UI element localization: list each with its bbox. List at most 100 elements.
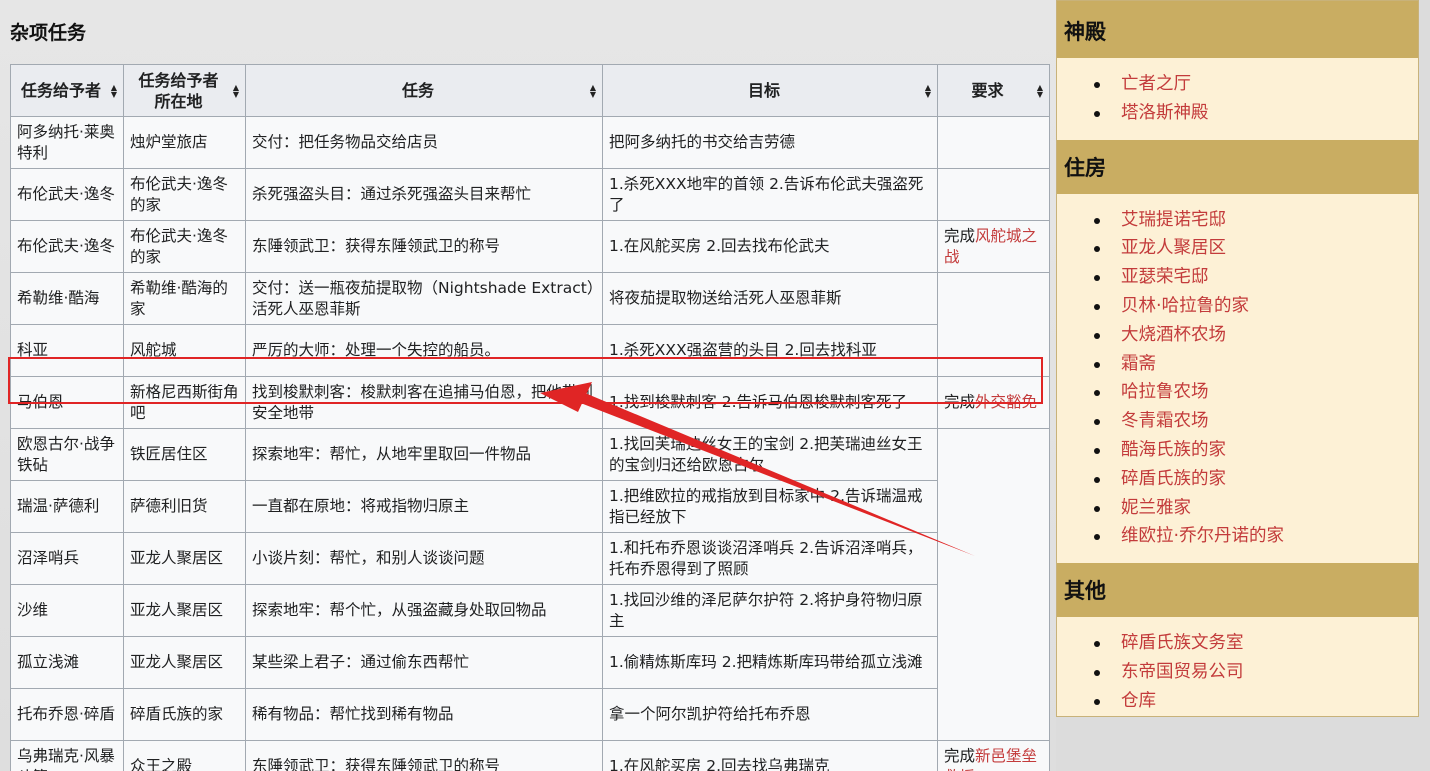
sidebar-link[interactable]: 亚瑟荣宅邸 <box>1057 263 1418 292</box>
goal-cell: 1.找到梭默刺客 2.告诉马伯恩梭默刺客死了 <box>602 376 938 429</box>
quest-cell: 交付：送一瓶夜茄提取物（Nightshade Extract）活死人巫恩菲斯 <box>245 272 603 325</box>
table-row: 马伯恩 新格尼西斯街角吧 找到梭默刺客：梭默刺客在追捕马伯恩，把他带到安全地带 1.找… <box>10 376 1050 429</box>
sidebar-link[interactable]: 仓库 <box>1057 687 1418 716</box>
sidebar-link[interactable]: 妮兰雅家 <box>1057 494 1418 523</box>
section-title: 杂项任务 <box>10 22 87 44</box>
requirement-prefix: 完成 <box>944 226 976 245</box>
quest-table: 任务给予者 ▲ ▼ 任务给予者所在地 ▲ ▼ 任务 ▲ ▼ 目标 ▲ ▼ 要求 ▲ ▼ 阿多纳托·莱… <box>10 64 1050 771</box>
giver-cell: 乌弗瑞克·风暴斗篷 <box>10 740 124 771</box>
header-location[interactable]: 任务给予者所在地 ▲ ▼ <box>123 64 246 117</box>
sidebar-link[interactable]: 东帝国贸易公司 <box>1057 658 1418 687</box>
table-row: 孤立浅滩 亚龙人聚居区 某些梁上君子：通过偷东西帮忙 1.偷精炼斯库玛 2.把精炼斯库… <box>10 636 1050 689</box>
sidebar-link[interactable]: 冬青霜农场 <box>1057 407 1418 436</box>
sidebar-section-title: 其他 <box>1057 563 1418 618</box>
giver-cell: 阿多纳托·莱奥特利 <box>10 116 124 169</box>
quest-cell: 东陲领武卫：获得东陲领武卫的称号 <box>245 740 603 771</box>
sidebar-link[interactable]: 塔洛斯神殿 <box>1057 99 1418 128</box>
requirement-cell <box>937 428 1050 741</box>
header-giver[interactable]: 任务给予者 ▲ ▼ <box>10 64 124 117</box>
table-row: 瑞温·萨德利 萨德利旧货 一直都在原地：将戒指物归原主 1.把维欧拉的戒指放到目标家中… <box>10 480 1050 533</box>
requirement-cell <box>937 168 1050 221</box>
goal-cell: 1.在风舵买房 2.回去找布伦武夫 <box>602 220 938 273</box>
giver-cell: 布伦武夫·逸冬 <box>10 168 124 221</box>
giver-cell: 沼泽哨兵 <box>10 532 124 585</box>
location-cell: 布伦武夫·逸冬的家 <box>123 220 246 273</box>
goal-cell: 1.在风舵买房 2.回去找乌弗瑞克 <box>602 740 938 771</box>
table-row: 欧恩古尔·战争铁砧 铁匠居住区 探索地牢：帮忙，从地牢里取回一件物品 1.找回芙瑞迪丝… <box>10 428 1050 741</box>
giver-cell: 希勒维·酷海 <box>10 272 124 325</box>
giver-cell: 马伯恩 <box>10 376 124 429</box>
sort-icon[interactable]: ▲ ▼ <box>925 83 931 98</box>
giver-cell: 科亚 <box>10 324 124 377</box>
giver-cell: 托布乔恩·碎盾 <box>10 688 124 741</box>
quest-cell: 探索地牢：帮忙，从地牢里取回一件物品 <box>245 428 603 481</box>
requirement-link[interactable]: 外交豁免 <box>975 393 1037 411</box>
location-cell: 亚龙人聚居区 <box>123 584 246 637</box>
sort-icon[interactable]: ▲ ▼ <box>590 83 596 98</box>
requirement-prefix: 完成 <box>944 746 976 765</box>
goal-cell: 拿一个阿尔凯护符给托布乔恩 <box>602 688 938 741</box>
goal-cell: 把阿多纳托的书交给吉劳德 <box>602 116 938 169</box>
location-cell: 新格尼西斯街角吧 <box>123 376 246 429</box>
sidebar-link[interactable]: 艾瑞提诺宅邸 <box>1057 206 1418 235</box>
giver-cell: 孤立浅滩 <box>10 636 124 689</box>
goal-cell: 1.杀死XXX强盗营的头目 2.回去找科亚 <box>602 324 938 377</box>
quest-cell: 找到梭默刺客：梭默刺客在追捕马伯恩，把他带到安全地带 <box>245 376 603 429</box>
sidebar-link[interactable]: 大烧酒杯农场 <box>1057 321 1418 350</box>
requirement-prefix: 完成 <box>944 393 976 411</box>
requirement-cell <box>937 116 1050 169</box>
sort-icon[interactable]: ▲ ▼ <box>233 83 239 98</box>
sort-icon[interactable]: ▲ ▼ <box>111 83 117 98</box>
header-goal[interactable]: 目标 ▲ ▼ <box>602 64 938 117</box>
table-row: 沙维 亚龙人聚居区 探索地牢：帮个忙，从强盗藏身处取回物品 1.找回沙维的泽尼萨尔护符… <box>10 584 1050 637</box>
quest-cell: 某些梁上君子：通过偷东西帮忙 <box>245 636 603 689</box>
location-cell: 布伦武夫·逸冬的家 <box>123 168 246 221</box>
location-cell: 铁匠居住区 <box>123 428 246 481</box>
sidebar-section-title: 住房 <box>1057 139 1418 194</box>
requirement-cell: 完成新邑堡垒救援 <box>937 740 1050 771</box>
sidebar-link[interactable]: 哈拉鲁农场 <box>1057 378 1418 407</box>
sidebar-list: 亡者之厅 塔洛斯神殿 <box>1057 58 1418 140</box>
giver-cell: 欧恩古尔·战争铁砧 <box>10 428 124 481</box>
location-cell: 众王之殿 <box>123 740 246 771</box>
header-requirement[interactable]: 要求 ▲ ▼ <box>937 64 1050 117</box>
requirement-cell <box>937 272 1050 377</box>
table-row: 科亚 风舵城 严厉的大师：处理一个失控的船员。 1.杀死XXX强盗营的头目 2.回去找… <box>10 324 1050 377</box>
sidebar-link[interactable]: 霜斋 <box>1057 350 1418 379</box>
goal-cell: 1.和托布乔恩谈谈沼泽哨兵 2.告诉沼泽哨兵，托布乔恩得到了照顾 <box>602 532 938 585</box>
sidebar-list: 艾瑞提诺宅邸 亚龙人聚居区 亚瑟荣宅邸 贝林·哈拉鲁的家 大烧酒杯农场 霜斋 哈拉鲁农场 冬青… <box>1057 194 1418 564</box>
requirement-cell: 完成外交豁免 <box>937 376 1050 429</box>
sidebar-link[interactable]: 碎盾氏族文务室 <box>1057 629 1418 658</box>
sidebar-link[interactable]: 亡者之厅 <box>1057 70 1418 99</box>
goal-cell: 1.杀死XXX地牢的首领 2.告诉布伦武夫强盗死了 <box>602 168 938 221</box>
location-cell: 碎盾氏族的家 <box>123 688 246 741</box>
sidebar-link[interactable]: 维欧拉·乔尔丹诺的家 <box>1057 522 1418 551</box>
sidebar-link[interactable]: 酷海氏族的家 <box>1057 436 1418 465</box>
quest-cell: 杀死强盗头目：通过杀死强盗头目来帮忙 <box>245 168 603 221</box>
location-cell: 烛炉堂旅店 <box>123 116 246 169</box>
location-cell: 萨德利旧货 <box>123 480 246 533</box>
location-cell: 亚龙人聚居区 <box>123 532 246 585</box>
table-row: 希勒维·酷海 希勒维·酷海的家 交付：送一瓶夜茄提取物（Nightshade Ext… <box>10 272 1050 377</box>
sidebar: 神殿 亡者之厅 塔洛斯神殿 住房 艾瑞提诺宅邸 亚龙人聚居区 亚瑟荣宅邸 贝林·哈拉鲁的家 大烧… <box>1056 0 1419 717</box>
header-quest[interactable]: 任务 ▲ ▼ <box>245 64 603 117</box>
sidebar-list: 碎盾氏族文务室 东帝国贸易公司 仓库 <box>1057 617 1418 727</box>
quest-cell: 稀有物品：帮忙找到稀有物品 <box>245 688 603 741</box>
quest-cell: 探索地牢：帮个忙，从强盗藏身处取回物品 <box>245 584 603 637</box>
goal-cell: 1.找回沙维的泽尼萨尔护符 2.将护身符物归原主 <box>602 584 938 637</box>
quest-cell: 严厉的大师：处理一个失控的船员。 <box>245 324 603 377</box>
location-cell: 亚龙人聚居区 <box>123 636 246 689</box>
sidebar-link[interactable]: 贝林·哈拉鲁的家 <box>1057 292 1418 321</box>
location-cell: 希勒维·酷海的家 <box>123 272 246 325</box>
goal-cell: 1.找回芙瑞迪丝女王的宝剑 2.把芙瑞迪丝女王的宝剑归还给欧恩古尔 <box>602 428 938 481</box>
table-row: 阿多纳托·莱奥特利 烛炉堂旅店 交付：把任务物品交给店员 把阿多纳托的书交给吉劳德 <box>10 116 1050 169</box>
quest-cell: 一直都在原地：将戒指物归原主 <box>245 480 603 533</box>
sidebar-link[interactable]: 碎盾氏族的家 <box>1057 465 1418 494</box>
quest-cell: 交付：把任务物品交给店员 <box>245 116 603 169</box>
sidebar-section-title: 神殿 <box>1057 4 1418 58</box>
sort-icon[interactable]: ▲ ▼ <box>1037 83 1043 98</box>
giver-cell: 布伦武夫·逸冬 <box>10 220 124 273</box>
table-row: 布伦武夫·逸冬 布伦武夫·逸冬的家 东陲领武卫：获得东陲领武卫的称号 1.在风舵买房 … <box>10 220 1050 273</box>
goal-cell: 1.偷精炼斯库玛 2.把精炼斯库玛带给孤立浅滩 <box>602 636 938 689</box>
sidebar-link[interactable]: 亚龙人聚居区 <box>1057 234 1418 263</box>
